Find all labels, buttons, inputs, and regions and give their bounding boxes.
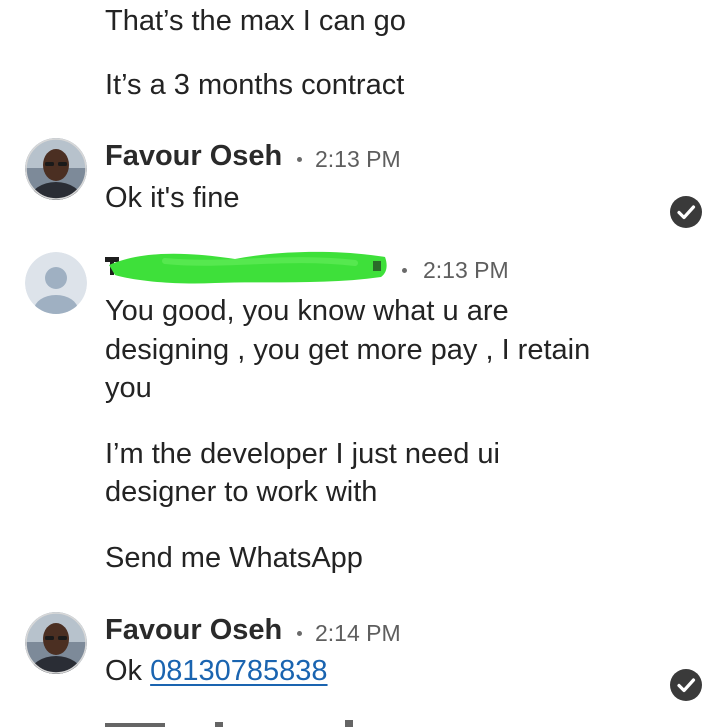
cut-off-message-fragment <box>105 720 353 727</box>
message-text: It’s a 3 months contract <box>105 69 405 101</box>
read-check-icon <box>670 669 702 701</box>
phone-number-link[interactable]: 08130785838 <box>150 655 327 687</box>
read-check-icon <box>670 196 702 228</box>
separator-dot <box>297 157 302 162</box>
redacted-sender-name <box>105 251 387 284</box>
profile-photo-icon <box>25 612 87 674</box>
message-text: I’m the developer I just need ui <box>105 438 500 470</box>
message-text-prefix: Ok <box>105 655 143 687</box>
separator-dot <box>297 631 302 636</box>
message-text: you <box>105 372 152 404</box>
message-text: Ok 08130785838 <box>105 652 328 690</box>
chat-thread: That’s the max I can go It’s a 3 months … <box>0 0 720 727</box>
message-text: designing , you get more pay , I retain <box>105 334 591 366</box>
avatar-placeholder[interactable] <box>25 252 87 314</box>
avatar[interactable] <box>25 612 87 674</box>
message-text: Ok it's fine <box>105 182 240 214</box>
profile-photo-icon <box>25 138 87 200</box>
sender-name[interactable]: Favour Oseh <box>105 614 282 647</box>
separator-dot <box>402 268 407 273</box>
message-text: That’s the max I can go <box>105 5 406 37</box>
message-text: You good, you know what u are <box>105 295 509 327</box>
avatar[interactable] <box>25 138 87 200</box>
default-user-icon <box>25 252 87 314</box>
message-text: designer to work with <box>105 476 378 508</box>
message-timestamp: 2:13 PM <box>423 257 509 283</box>
message-text: Send me WhatsApp <box>105 542 363 574</box>
sender-name[interactable]: Favour Oseh <box>105 140 282 173</box>
message-timestamp: 2:13 PM <box>315 146 401 172</box>
message-timestamp: 2:14 PM <box>315 620 401 646</box>
